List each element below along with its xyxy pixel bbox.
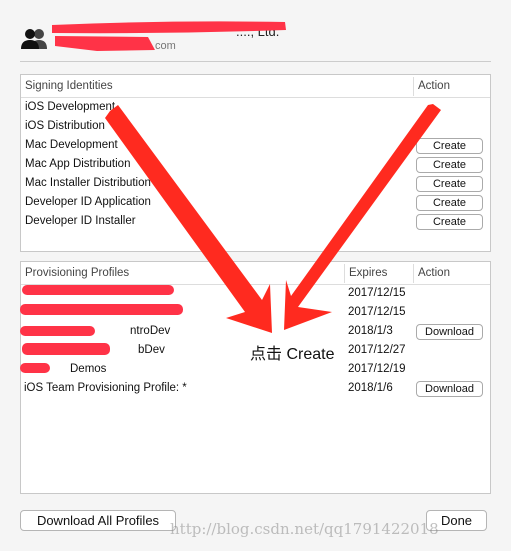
signing-identity-row: iOS Distribution [21, 118, 490, 137]
signing-identity-row: Mac Development Create [21, 137, 490, 156]
identity-name: iOS Development [25, 101, 116, 113]
signing-identity-row: Developer ID Installer Create [21, 213, 490, 232]
column-header-action: Action [418, 267, 450, 279]
identity-name: Mac App Distribution [25, 158, 131, 170]
profile-name: iOS Team Provisioning Profile: * [24, 382, 187, 394]
create-button[interactable]: Create [416, 214, 483, 230]
signing-identity-row: Mac App Distribution Create [21, 156, 490, 175]
profile-row: 2017/12/15 [21, 304, 490, 323]
profile-expires: 2017/12/27 [348, 344, 406, 356]
profile-expires: 2018/1/6 [348, 382, 393, 394]
team-icon [21, 29, 47, 49]
table-header: Provisioning Profiles Expires Action [21, 262, 490, 285]
column-header-signing-identities: Signing Identities [25, 80, 113, 92]
create-button[interactable]: Create [416, 176, 483, 192]
profile-row: iOS Team Provisioning Profile: * 2018/1/6… [21, 380, 490, 399]
column-header-provisioning-profiles: Provisioning Profiles [25, 267, 130, 279]
provisioning-profiles-table: Provisioning Profiles Expires Action 201… [20, 261, 491, 494]
identity-name: Developer ID Application [25, 196, 151, 208]
profile-name: ntroDev [130, 325, 171, 337]
profile-expires: 2017/12/15 [348, 287, 406, 299]
profile-expires: 2017/12/15 [348, 306, 406, 318]
column-header-action: Action [418, 80, 450, 92]
profile-expires: 2018/1/3 [348, 325, 393, 337]
signing-identity-row: Developer ID Application Create [21, 194, 490, 213]
profile-name: bDev [138, 344, 165, 356]
create-button[interactable]: Create [416, 157, 483, 173]
annotation-text: 点击 Create [250, 346, 335, 363]
profile-expires: 2017/12/19 [348, 363, 406, 375]
watermark: http://blog.csdn.net/qq1791422018 [170, 520, 439, 538]
identity-name: Mac Installer Distribution [25, 177, 151, 189]
signing-identity-row: iOS Development [21, 99, 490, 118]
profile-name: Demos [70, 363, 107, 375]
download-button[interactable]: Download [416, 324, 483, 340]
team-email: com [155, 40, 176, 52]
identity-name: Mac Development [25, 139, 118, 151]
divider [20, 61, 491, 62]
table-header: Signing Identities Action [21, 75, 490, 98]
profile-row: 2017/12/15 [21, 285, 490, 304]
identity-name: Developer ID Installer [25, 215, 136, 227]
signing-identity-row: Mac Installer Distribution Create [21, 175, 490, 194]
download-all-profiles-button[interactable]: Download All Profiles [20, 510, 176, 531]
identity-name: iOS Distribution [25, 120, 105, 132]
signing-identities-table: Signing Identities Action iOS Developmen… [20, 74, 491, 252]
create-button[interactable]: Create [416, 138, 483, 154]
create-button[interactable]: Create [416, 195, 483, 211]
download-button[interactable]: Download [416, 381, 483, 397]
column-header-expires: Expires [349, 267, 388, 279]
team-name: ...., Ltd. [236, 24, 280, 39]
